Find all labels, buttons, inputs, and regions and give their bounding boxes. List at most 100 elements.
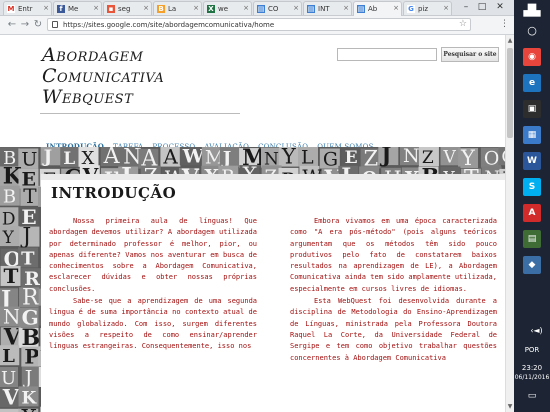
svg-text:O: O <box>484 148 500 170</box>
clock-date[interactable]: 06/11/2016 <box>514 373 550 382</box>
language-indicator[interactable]: POR <box>514 346 550 355</box>
reload-icon[interactable]: ↻ <box>32 18 44 31</box>
browser-tab[interactable]: ▤ CO × <box>253 1 302 15</box>
close-window-icon[interactable]: ✕ <box>494 1 506 13</box>
close-tab-icon[interactable]: × <box>143 4 149 13</box>
browser-tab[interactable]: f Me × <box>53 1 102 15</box>
tab-label: we <box>218 5 229 13</box>
browser-tab[interactable]: B La × <box>153 1 202 15</box>
paragraph: Esta WebQuest foi desenvolvida durante a… <box>290 297 497 362</box>
right-column: Embora vivamos em uma época caracterizad… <box>290 216 497 365</box>
svg-text:J: J <box>42 147 53 167</box>
page-icon: ▪ <box>107 5 115 13</box>
page-title: INTRODUÇÃO <box>51 184 177 202</box>
scroll-down-icon[interactable]: ▼ <box>506 402 514 411</box>
logo-line-2: Comunicativa <box>42 65 165 87</box>
edge-icon[interactable]: e <box>523 74 541 92</box>
paragraph: Embora vivamos em uma época caracterizad… <box>290 217 497 293</box>
tab-label: seg <box>118 5 131 13</box>
bookmark-star-icon[interactable]: ☆ <box>459 19 467 30</box>
back-icon[interactable]: ← <box>6 18 18 31</box>
cortana-icon[interactable]: ○ <box>514 24 550 38</box>
skype-icon[interactable]: S <box>523 178 541 196</box>
lock-icon <box>52 21 58 28</box>
vertical-scrollbar[interactable]: ▲ ▼ <box>505 35 514 412</box>
svg-text:U: U <box>21 149 37 171</box>
scroll-thumb[interactable] <box>507 48 513 138</box>
site-search-button[interactable]: Pesquisar o site <box>441 47 499 62</box>
svg-text:V: V <box>442 147 456 167</box>
browser-toolbar: ← → ↻ https://sites.google.com/site/abor… <box>0 16 514 35</box>
app-icon[interactable]: ◆ <box>523 256 541 274</box>
sites-icon: ▤ <box>307 5 315 13</box>
close-tab-icon[interactable]: × <box>93 4 99 13</box>
maximize-icon[interactable]: □ <box>476 1 488 13</box>
clock-time[interactable]: 23:20 <box>514 364 550 373</box>
svg-text:V: V <box>2 384 20 409</box>
svg-text:K: K <box>22 388 38 408</box>
store-icon[interactable]: ▣ <box>523 100 541 118</box>
windows-start-icon[interactable]: ▟▙ <box>514 4 550 18</box>
dictionary-icon[interactable]: ▤ <box>523 230 541 248</box>
site-search-input[interactable] <box>337 48 437 61</box>
tab-strip: M Entr × f Me × ▪ seg × B La × Xwe × ▤ CO × ▤ INT × ▤ Ab × Gpiz… <box>0 0 514 16</box>
tab-label: La <box>168 5 177 13</box>
notifications-icon[interactable]: ▭ <box>514 392 550 401</box>
address-bar[interactable]: https://sites.google.com/site/abordagemc… <box>47 18 471 31</box>
close-tab-icon[interactable]: × <box>443 4 449 13</box>
screen: M Entr × f Me × ▪ seg × B La × Xwe × ▤ CO × ▤ INT × ▤ Ab × Gpiz… <box>0 0 550 412</box>
logo-line-1: Abordagem <box>42 44 144 66</box>
acrobat-icon[interactable]: A <box>523 204 541 222</box>
tab-label: CO <box>268 5 279 13</box>
site-nav: IntroduçãoTarefaProcessoAvaliaçãoConclus… <box>46 134 383 151</box>
browser-tab[interactable]: ▤ Ab × <box>353 1 402 16</box>
close-tab-icon[interactable]: × <box>393 4 399 13</box>
word-icon[interactable]: W <box>523 152 541 170</box>
browser-tab[interactable]: ▪ seg × <box>103 1 152 15</box>
forward-icon[interactable]: → <box>19 18 31 31</box>
svg-text:Y: Y <box>281 147 297 169</box>
svg-text:N: N <box>403 147 420 167</box>
tab-label: INT <box>318 5 330 13</box>
scroll-up-icon[interactable]: ▲ <box>506 36 514 45</box>
close-tab-icon[interactable]: × <box>293 4 299 13</box>
menu-icon[interactable]: ⋮ <box>500 18 509 31</box>
svg-text:A: A <box>103 147 121 169</box>
browser-tab[interactable]: ▤ INT × <box>303 1 352 15</box>
close-tab-icon[interactable]: × <box>343 4 349 13</box>
tab-label: Me <box>68 5 79 13</box>
svg-text:J: J <box>379 147 391 167</box>
svg-text:J: J <box>221 148 232 169</box>
tab-label: Ab <box>368 5 378 13</box>
facebook-icon: f <box>57 5 65 13</box>
browser-tab[interactable]: Gpiz × <box>403 1 452 15</box>
tab-label: Entr <box>18 5 33 13</box>
svg-text:B: B <box>3 187 16 208</box>
close-tab-icon[interactable]: × <box>193 4 199 13</box>
calendar-icon[interactable]: ▦ <box>523 126 541 144</box>
close-tab-icon[interactable]: × <box>43 4 49 13</box>
sites-icon: ▤ <box>357 5 365 13</box>
sites-icon: ▤ <box>257 5 265 13</box>
minimize-icon[interactable]: – <box>460 1 472 13</box>
tab-label: piz <box>418 5 429 13</box>
gmail-icon: M <box>7 5 15 13</box>
site-logo[interactable]: Abordagem Comunicativa Webquest <box>42 45 222 108</box>
logo-underline <box>40 113 240 114</box>
google-icon: G <box>407 5 415 13</box>
volume-icon[interactable]: ◄) <box>526 326 550 335</box>
chrome-icon[interactable]: ◉ <box>523 48 541 66</box>
content-panel: INTRODUÇÃO Nossa primeira aula de língua… <box>41 174 506 412</box>
svg-text:J: J <box>23 367 33 389</box>
torn-edge <box>41 174 506 180</box>
left-column: Nossa primeira aula de línguas! Que abor… <box>49 216 257 354</box>
browser-tab[interactable]: Xwe × <box>203 1 252 15</box>
svg-text:L: L <box>2 346 15 367</box>
site-header: Abordagem Comunicativa Webquest Pesquisa… <box>0 35 514 159</box>
paragraph: Nossa primeira aula de línguas! Que abor… <box>49 217 257 293</box>
svg-text:Y: Y <box>2 228 15 248</box>
close-tab-icon[interactable]: × <box>243 4 249 13</box>
logo-line-3: Webquest <box>42 86 134 108</box>
svg-text:J: J <box>20 225 31 250</box>
browser-tab[interactable]: M Entr × <box>3 1 52 15</box>
